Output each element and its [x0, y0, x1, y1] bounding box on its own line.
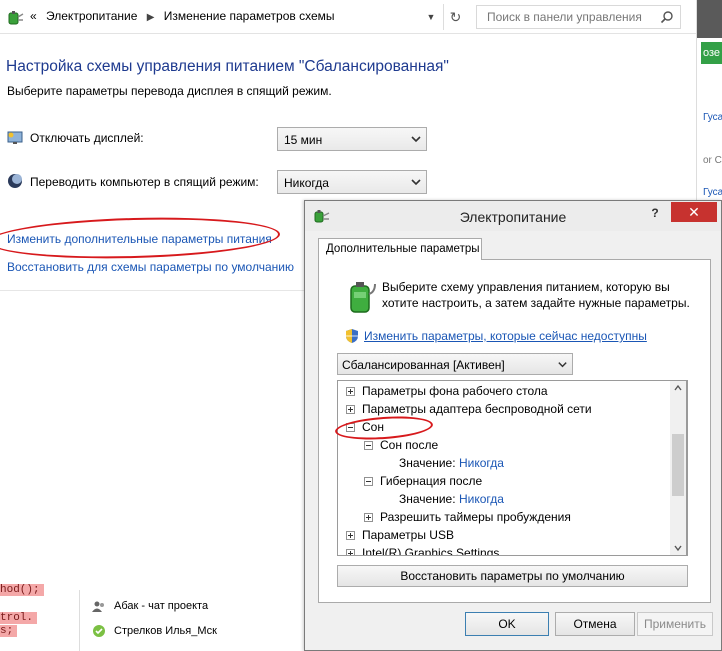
page-title: Настройка схемы управления питанием "Сба… [6, 58, 449, 75]
tree-scrollbar[interactable] [670, 380, 687, 556]
display-off-label: Отключать дисплей: [30, 131, 144, 145]
search-input[interactable]: Поиск в панели управления [487, 10, 642, 24]
green-tile: озе [701, 42, 722, 64]
settings-tree: Параметры фона рабочего стола Параметры … [337, 380, 688, 556]
chevron-down-icon [411, 136, 421, 143]
expand-icon[interactable] [346, 531, 355, 540]
display-off-value: 15 мин [284, 133, 323, 147]
strip-text: or Ch [703, 155, 722, 166]
help-button[interactable]: ? [645, 206, 665, 224]
sleep-label: Переводить компьютер в спящий режим: [30, 175, 259, 189]
uac-shield-icon [346, 329, 358, 343]
code-line: hod(); [0, 584, 44, 596]
power-plan-value: Сбалансированная [Активен] [342, 358, 505, 372]
expand-icon[interactable] [346, 387, 355, 396]
chat-item[interactable]: Абак - чат проекта [114, 600, 208, 612]
tree-item-desktop-background[interactable]: Параметры фона рабочего стола [362, 384, 548, 398]
divider [0, 290, 305, 291]
battery-icon [350, 282, 376, 313]
power-options-dialog: Электропитание ? ✕ Дополнительные параме… [304, 200, 722, 651]
nav-back-button[interactable]: « [30, 9, 37, 23]
close-button[interactable]: ✕ [671, 202, 717, 222]
collapse-icon[interactable] [364, 441, 373, 450]
breadcrumb-separator-icon: ▶ [146, 12, 155, 23]
scroll-down-icon[interactable] [674, 544, 682, 552]
divider [79, 590, 80, 651]
page-subtitle: Выберите параметры перевода дисплея в сп… [7, 84, 332, 98]
tab-advanced-settings[interactable]: Дополнительные параметры [318, 238, 482, 260]
expand-icon[interactable] [346, 549, 355, 555]
tree-item-usb[interactable]: Параметры USB [362, 528, 454, 542]
address-bar: « Электропитание ▶ Изменение параметров … [0, 0, 696, 34]
expand-icon[interactable] [364, 513, 373, 522]
value-label: Значение: [399, 492, 456, 506]
change-unavailable-settings-link[interactable]: Изменить параметры, которые сейчас недос… [364, 329, 647, 343]
chat-item[interactable]: Стрелков Илья_Мск [114, 625, 217, 637]
scroll-up-icon[interactable] [674, 384, 682, 392]
restore-defaults-link[interactable]: Восстановить для схемы параметры по умол… [7, 260, 294, 274]
strip-text: Гуса [703, 112, 722, 123]
skype-status-icon [93, 625, 105, 637]
value-label: Значение: [399, 456, 456, 470]
sleep-moon-icon [8, 174, 22, 188]
intro-text-line-1: Выберите схему управления питанием, кото… [382, 280, 670, 294]
refresh-icon[interactable]: ↻ [443, 4, 467, 30]
tab-label: Дополнительные параметры [326, 243, 480, 255]
intro-text-line-2: хотите настроить, а затем задайте нужные… [382, 296, 690, 310]
chevron-down-icon [558, 362, 567, 368]
search-icon[interactable] [660, 10, 674, 24]
tree-item-sleep-after[interactable]: Сон после [380, 438, 438, 452]
display-icon [7, 131, 23, 144]
tree-item-wake-timers[interactable]: Разрешить таймеры пробуждения [380, 510, 571, 524]
dialog-title-bar[interactable]: Электропитание ? ✕ [305, 201, 721, 231]
avatar [697, 0, 722, 38]
sleep-value: Никогда [284, 176, 329, 190]
breadcrumb-edit-plan[interactable]: Изменение параметров схемы [164, 9, 335, 23]
code-line: trol. [0, 612, 38, 624]
tree-item-wireless-adapter[interactable]: Параметры адаптера беспроводной сети [362, 402, 592, 416]
collapse-icon[interactable] [364, 477, 373, 486]
power-plan-select[interactable]: Сбалансированная [Активен] [337, 353, 573, 375]
cancel-button[interactable]: Отмена [555, 612, 635, 636]
sleep-select[interactable]: Никогда [277, 170, 427, 194]
tree-item-intel-graphics[interactable]: Intel(R) Graphics Settings [362, 546, 499, 555]
hibernate-after-value[interactable]: Никогда [459, 492, 504, 506]
expand-icon[interactable] [346, 405, 355, 414]
code-snippet: hod(); trol. s; [0, 584, 68, 651]
scroll-thumb[interactable] [672, 434, 684, 496]
strip-text: Гуса [703, 187, 722, 198]
code-line: s; [0, 625, 18, 637]
power-options-icon [8, 11, 24, 25]
breadcrumb-power-options[interactable]: Электропитание [46, 9, 137, 23]
display-off-select[interactable]: 15 мин [277, 127, 427, 151]
annotation-ellipse [0, 214, 281, 262]
restore-defaults-button[interactable]: Восстановить параметры по умолчанию [337, 565, 688, 587]
chevron-down-icon [411, 179, 421, 186]
search-box[interactable]: Поиск в панели управления [476, 5, 681, 29]
tree-item-hibernate-after[interactable]: Гибернация после [380, 474, 482, 488]
address-dropdown-icon[interactable]: ▼ [421, 4, 441, 30]
group-chat-icon [92, 601, 104, 612]
apply-button[interactable]: Применить [637, 612, 713, 636]
ok-button[interactable]: OK [465, 612, 549, 636]
sleep-after-value[interactable]: Никогда [459, 456, 504, 470]
